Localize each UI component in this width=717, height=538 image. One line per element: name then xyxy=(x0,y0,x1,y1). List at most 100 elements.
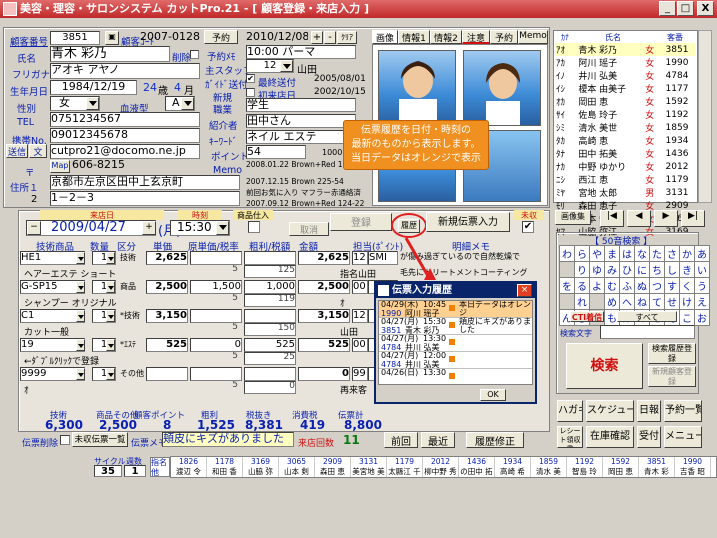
kana-key[interactable]: す xyxy=(664,277,680,294)
tab-memo[interactable]: Memo xyxy=(518,30,548,44)
customer-list-item[interactable]: ｱｵ 青木 彩乃 女 3851 xyxy=(555,43,695,56)
history-close-button[interactable]: × xyxy=(517,284,532,297)
customer-list-item[interactable]: ｼﾐ 清水 美世 女 1859 xyxy=(555,121,695,135)
kana-key[interactable]: や xyxy=(589,245,605,262)
amount-field[interactable]: 2,500 xyxy=(298,280,350,294)
kana-key[interactable]: り xyxy=(574,261,590,278)
recent-customer-item[interactable]: 1178 和田 香 xyxy=(207,457,243,477)
customer-no-field[interactable]: 3851 xyxy=(50,31,100,45)
visit-date-field[interactable]: 2010/12/08 xyxy=(246,31,308,45)
rate-field[interactable] xyxy=(190,367,242,381)
kana-key[interactable]: て xyxy=(649,293,665,310)
kana-key[interactable]: れ xyxy=(574,293,590,310)
address1-field[interactable]: 京都市左京区田中上玄京町 xyxy=(50,175,240,190)
kana-key[interactable]: し xyxy=(664,261,680,278)
first-record-button[interactable]: |◀ xyxy=(600,210,624,227)
unpaid-checkbox[interactable]: ✔ xyxy=(522,221,534,233)
receipt-button[interactable]: レシート領収書 xyxy=(557,426,583,448)
time-dropdown-icon[interactable] xyxy=(216,221,229,235)
recent-customer-item[interactable]: 1990 吉香 昭 xyxy=(675,457,711,477)
schedule-button[interactable]: スケジュール xyxy=(586,400,634,422)
new-customer-button[interactable]: 新規顧客登録 xyxy=(648,366,696,387)
amount-field[interactable]: 525 xyxy=(298,338,350,352)
history-fix-button[interactable]: 履歴修正 xyxy=(466,432,524,448)
birth-field[interactable]: 1984/12/19 xyxy=(50,80,137,95)
kana-key[interactable]: ゆ xyxy=(589,261,605,278)
kana-key[interactable]: お xyxy=(694,309,710,326)
recent-customer-item[interactable]: 1826 渡辺 令 xyxy=(171,457,207,477)
customer-list-item[interactable]: ｻｲ 佐島 玲子 女 1192 xyxy=(555,108,695,122)
customer-list-item[interactable]: ｱｶ 阿川 瑶子 女 1990 xyxy=(555,56,695,70)
kana-key[interactable]: い xyxy=(694,261,710,278)
gross-field[interactable] xyxy=(244,367,296,381)
kana-key[interactable]: む xyxy=(604,277,620,294)
gross-field[interactable] xyxy=(244,309,296,323)
slip-memo-field[interactable]: 頬皮にキズがありました xyxy=(162,432,294,447)
kana-key[interactable]: な xyxy=(634,245,650,262)
tab-info1[interactable]: 情報1 xyxy=(398,30,430,44)
recent-customer-item[interactable]: 3169 山脇 弥 xyxy=(243,457,279,477)
history-row[interactable]: 04/26(日) 13:30 xyxy=(379,369,532,384)
kana-key[interactable]: ま xyxy=(604,245,620,262)
date-next-button[interactable]: + xyxy=(142,221,156,235)
job-field[interactable]: 学生 xyxy=(246,98,356,112)
cycle-field[interactable]: 35 xyxy=(94,465,122,477)
customer-list-item[interactable]: ﾀﾅ 田中 拓美 女 1436 xyxy=(555,147,695,161)
kana-key[interactable]: を xyxy=(559,277,575,294)
slip-date-field[interactable]: 2009/04/27 xyxy=(26,220,156,236)
sex-dropdown-icon[interactable] xyxy=(86,97,99,110)
qty-dropdown-icon[interactable] xyxy=(106,252,115,264)
code-dropdown-icon[interactable] xyxy=(76,339,85,351)
date-plus-button[interactable]: + xyxy=(311,31,323,44)
kana-key[interactable]: け xyxy=(679,293,695,310)
gross-field[interactable]: 525 xyxy=(244,338,296,352)
close-button[interactable]: X xyxy=(697,1,714,16)
qty-dropdown-icon[interactable] xyxy=(106,310,115,322)
tab-info2[interactable]: 情報2 xyxy=(430,30,462,44)
customer-photo-2[interactable] xyxy=(463,50,541,126)
recent-customer-item[interactable]: 1934 高崎 希 xyxy=(495,457,531,477)
recent-customer-item[interactable]: 1192 智島 玲 xyxy=(567,457,603,477)
map-button[interactable]: Map xyxy=(50,160,70,173)
kenbu-field[interactable]: 1 xyxy=(124,465,146,477)
amount-field[interactable]: 2,625 xyxy=(298,251,350,265)
kana-key[interactable]: つ xyxy=(649,277,665,294)
code-dropdown-icon[interactable] xyxy=(76,368,85,380)
zip-field[interactable]: 606-8215 xyxy=(72,159,144,174)
menu-button[interactable]: メニュー xyxy=(664,426,702,448)
keyword-field[interactable]: ネイル エステ xyxy=(246,130,356,144)
customer-list-item[interactable]: ｲﾉ 井川 弘美 女 4784 xyxy=(555,69,695,83)
tanto-no-field[interactable]: 00 xyxy=(352,338,368,352)
stock-check-button[interactable]: 在庫確認 xyxy=(586,426,634,448)
code-dropdown-icon[interactable] xyxy=(76,252,85,264)
register-button[interactable]: 登録 xyxy=(330,213,392,231)
price-field[interactable] xyxy=(146,367,188,381)
recent-customer-item[interactable]: 1592 岡田 恵 xyxy=(603,457,639,477)
history-ok-button[interactable]: OK xyxy=(480,389,506,401)
postcard-button[interactable]: ハガキ xyxy=(557,400,583,422)
date-prev-button[interactable]: − xyxy=(27,221,41,235)
prev-record-button[interactable]: ◀ xyxy=(627,210,651,227)
tanto-field[interactable]: SMI xyxy=(368,251,398,265)
code-dropdown-icon[interactable] xyxy=(76,281,85,293)
amount-field[interactable]: 0 xyxy=(298,367,350,381)
tanto-no-field[interactable]: 99 xyxy=(352,367,368,381)
slip-delete-checkbox[interactable] xyxy=(60,435,70,445)
qty-dropdown-icon[interactable] xyxy=(106,281,115,293)
kana-key[interactable]: せ xyxy=(664,293,680,310)
code-dropdown-icon[interactable] xyxy=(76,310,85,322)
customer-photo-1[interactable] xyxy=(378,50,456,126)
kana-key[interactable]: め xyxy=(604,293,620,310)
new-slip-button[interactable]: 新規伝票入力 xyxy=(426,212,510,232)
unpaid-list-button[interactable]: 未収伝票一覧 xyxy=(72,432,128,447)
send-mail-button[interactable]: 送信 xyxy=(6,144,28,158)
search-button[interactable]: 検索 xyxy=(566,343,643,389)
address2-field[interactable]: 1－2－3 xyxy=(50,191,240,206)
kana-key[interactable]: わ xyxy=(559,245,575,262)
kana-key[interactable]: か xyxy=(679,245,695,262)
product-purchase-checkbox[interactable] xyxy=(248,221,260,233)
gross-field[interactable]: 1,000 xyxy=(244,280,296,294)
kana-key[interactable]: あ xyxy=(694,245,710,262)
kana-key[interactable]: き xyxy=(679,261,695,278)
recent-customer-item[interactable]: 1179 太縣江 千 xyxy=(387,457,423,477)
